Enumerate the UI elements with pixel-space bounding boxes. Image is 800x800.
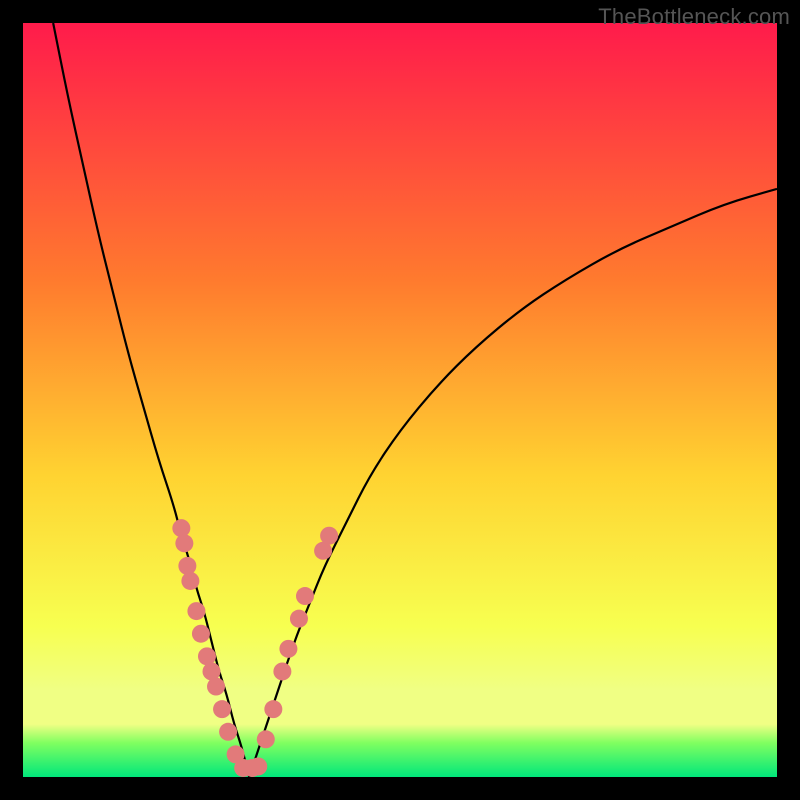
scatter-dot [207, 678, 225, 696]
scatter-dot [296, 587, 314, 605]
scatter-dot [273, 662, 291, 680]
scatter-dot [264, 700, 282, 718]
scatter-dot [172, 519, 190, 537]
watermark-text: TheBottleneck.com [598, 4, 790, 30]
chart-svg [23, 23, 777, 777]
gradient-background [23, 23, 777, 777]
scatter-dot [187, 602, 205, 620]
scatter-dot [178, 557, 196, 575]
plot-area [23, 23, 777, 777]
scatter-dot [320, 527, 338, 545]
scatter-dot [249, 757, 267, 775]
scatter-dot [219, 723, 237, 741]
scatter-dot [279, 640, 297, 658]
chart-stage: TheBottleneck.com [0, 0, 800, 800]
scatter-dot [257, 730, 275, 748]
scatter-dot [213, 700, 231, 718]
scatter-dot [290, 610, 308, 628]
scatter-dot [175, 534, 193, 552]
scatter-dot [181, 572, 199, 590]
scatter-dot [192, 625, 210, 643]
